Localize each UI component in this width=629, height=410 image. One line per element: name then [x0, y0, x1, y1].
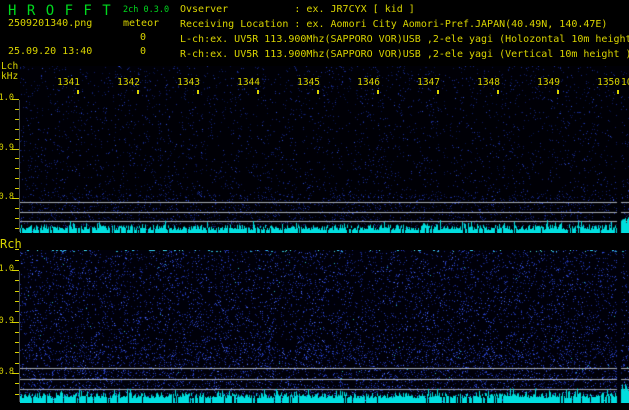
time-label: 1346 — [357, 77, 380, 88]
minute-tick — [197, 90, 199, 94]
time-label: 1345 — [297, 77, 320, 88]
time-axis-edge-label: 10 — [621, 77, 629, 88]
meteor-count-lch: 0 — [140, 32, 147, 43]
time-label: 1344 — [237, 77, 260, 88]
lch-axis-border — [19, 100, 20, 232]
minute-tick — [77, 90, 79, 94]
time-label: 1343 — [177, 77, 200, 88]
meteor-count-rch: 0 — [140, 46, 147, 57]
minute-tick — [617, 90, 619, 94]
minute-tick — [377, 90, 379, 94]
frequency-tick — [12, 322, 19, 323]
observation-datetime: 25.09.20 13:40 — [8, 46, 93, 57]
output-filename: 2509201340.png — [8, 18, 93, 29]
minute-tick — [437, 90, 439, 94]
minute-tick — [497, 90, 499, 94]
minute-tick — [257, 90, 259, 94]
frequency-tick — [12, 373, 19, 374]
time-label: 1347 — [417, 77, 440, 88]
hrofft-screen: H R O F F T 2ch 0.3.0 2509201340.png met… — [0, 0, 629, 410]
app-title: H R O F F T — [8, 3, 112, 19]
rch-spectrogram — [20, 250, 629, 403]
time-label: 1348 — [477, 77, 500, 88]
time-label: 1342 — [117, 77, 140, 88]
frequency-tick — [12, 198, 19, 199]
frequency-tick — [12, 149, 19, 150]
time-label: 1350 — [597, 77, 620, 88]
rch-spectrogram-canvas — [20, 250, 629, 403]
receiving-location-info: Receiving Location : ex. Aomori City Aom… — [180, 19, 608, 30]
meteor-count-label: meteor — [123, 18, 160, 29]
minute-tick — [557, 90, 559, 94]
lch-axis-unit: kHz — [1, 71, 19, 82]
observer-info: Ovserver : ex. JR7CYX [ kid ] — [180, 4, 415, 15]
lch-spectrogram-canvas — [20, 66, 629, 233]
lch-receiver-info: L-ch:ex. UV5R 113.900Mhz(SAPPORO VOR)USB… — [180, 34, 629, 45]
time-label: 1341 — [57, 77, 80, 88]
rch-receiver-info: R-ch:ex. UV5R 113.900Mhz(SAPPORO VOR)USB… — [180, 49, 629, 60]
lch-spectrogram — [20, 66, 629, 233]
frequency-tick — [15, 249, 19, 250]
frequency-tick — [12, 270, 19, 271]
minute-tick — [137, 90, 139, 94]
rch-axis-border — [19, 271, 20, 402]
app-version: 2ch 0.3.0 — [123, 5, 170, 15]
frequency-tick — [12, 99, 19, 100]
minute-tick — [317, 90, 319, 94]
time-label: 1349 — [537, 77, 560, 88]
frequency-tick — [15, 260, 19, 261]
